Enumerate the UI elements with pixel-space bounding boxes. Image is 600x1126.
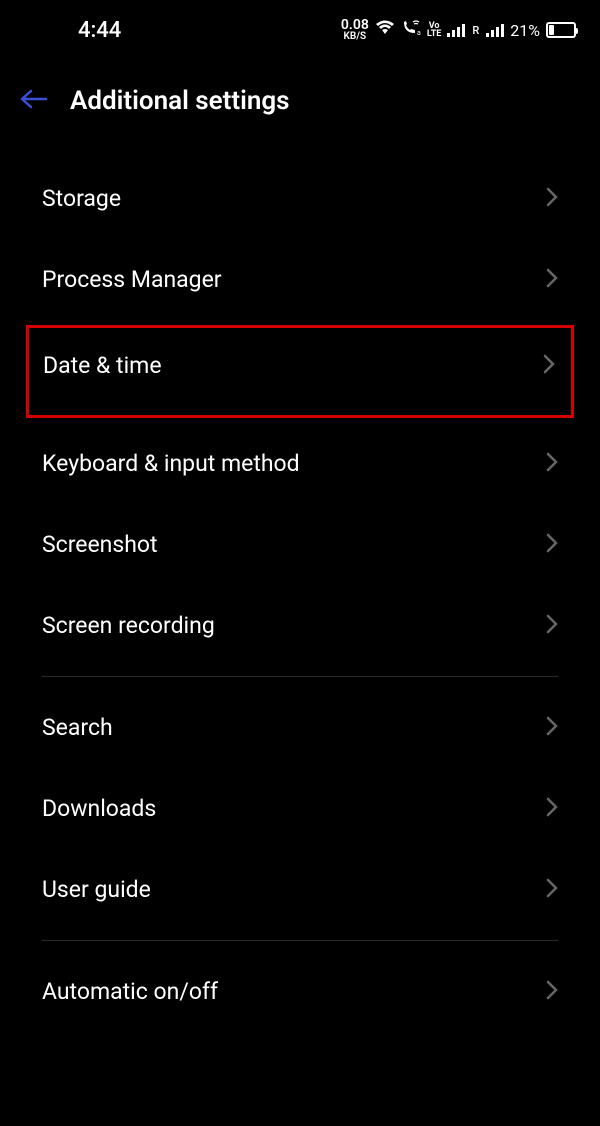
signal-icon-1 [447,24,465,37]
setting-item-storage[interactable]: Storage [0,158,600,239]
chevron-right-icon [546,797,558,821]
chevron-right-icon [546,187,558,211]
wifi-icon [375,20,395,40]
status-time: 4:44 [24,18,121,43]
status-bar: 4:44 0.08 KB/S a Vo LTE R 21% [0,0,600,56]
setting-item-automatic-onoff[interactable]: Automatic on/off [0,951,600,1032]
setting-item-process-manager[interactable]: Process Manager [0,239,600,320]
chevron-right-icon [546,716,558,740]
setting-label: Screenshot [42,531,158,558]
battery-icon [546,22,576,38]
chevron-right-icon [543,354,555,378]
back-arrow-icon[interactable] [20,84,48,118]
svg-text:a: a [417,29,421,36]
chevron-right-icon [546,268,558,292]
setting-label: User guide [42,876,151,903]
chevron-right-icon [546,614,558,638]
setting-label: Keyboard & input method [42,450,300,477]
roaming-indicator: R [472,24,479,37]
network-speed-icon: 0.08 KB/S [341,18,369,42]
page-title: Additional settings [70,86,290,116]
chevron-right-icon [546,533,558,557]
setting-label: Screen recording [42,612,215,639]
status-indicators: 0.08 KB/S a Vo LTE R 21% [341,18,576,42]
setting-label: Date & time [43,352,162,379]
wifi-calling-icon: a [401,20,421,40]
chevron-right-icon [546,980,558,1004]
divider [42,676,558,677]
setting-item-screen-recording[interactable]: Screen recording [0,585,600,666]
chevron-right-icon [546,452,558,476]
setting-item-screenshot[interactable]: Screenshot [0,504,600,585]
divider [42,940,558,941]
battery-percent: 21% [510,21,540,40]
setting-item-downloads[interactable]: Downloads [0,768,600,849]
setting-label: Automatic on/off [42,978,218,1005]
volte-icon: Vo LTE [427,22,442,38]
setting-label: Downloads [42,795,156,822]
setting-item-search[interactable]: Search [0,687,600,768]
chevron-right-icon [546,878,558,902]
setting-item-keyboard-input[interactable]: Keyboard & input method [0,423,600,504]
settings-list: Storage Process Manager Date & time Keyb… [0,158,600,1032]
setting-label: Storage [42,185,121,212]
header: Additional settings [0,56,600,158]
setting-label: Search [42,714,113,741]
setting-item-user-guide[interactable]: User guide [0,849,600,930]
setting-label: Process Manager [42,266,222,293]
setting-item-date-time[interactable]: Date & time [26,325,574,418]
signal-icon-2 [486,24,504,37]
